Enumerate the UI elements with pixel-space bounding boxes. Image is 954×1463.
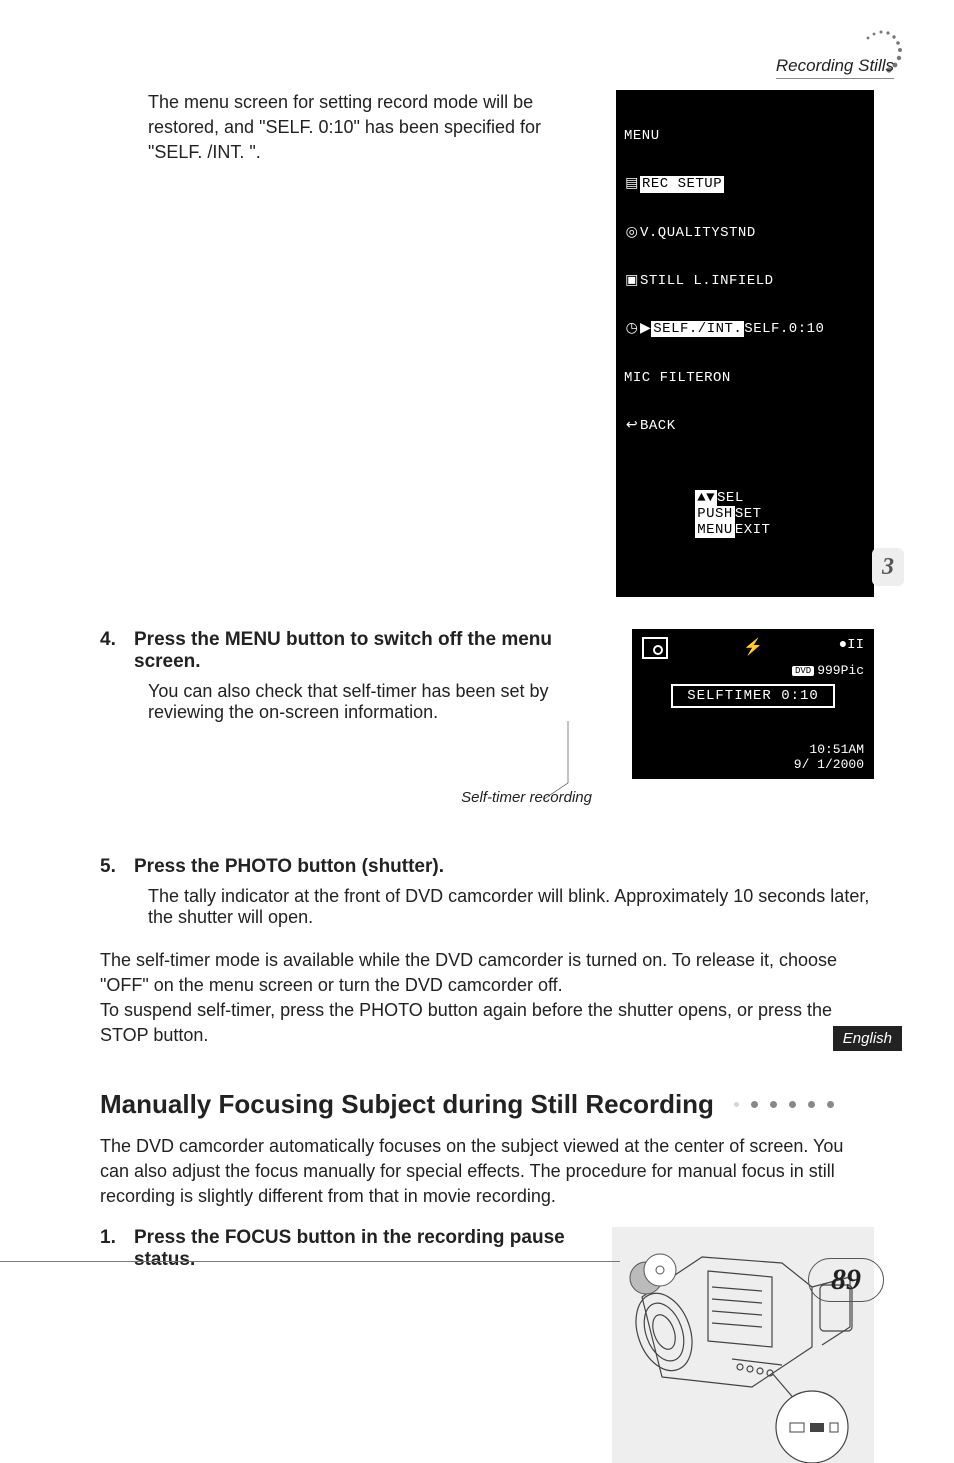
menu-back: BACK — [640, 418, 676, 434]
footer-rule — [0, 1261, 620, 1262]
timer-date: 9/ 1/2000 — [794, 758, 864, 773]
step4-title: Press the MENU button to switch off the … — [134, 629, 606, 673]
section-header: Recording Stills — [776, 56, 894, 79]
menu-item-value: STND — [720, 225, 756, 241]
timer-time: 10:51AM — [794, 743, 864, 758]
photo-mode-icon — [642, 637, 668, 659]
camera-timer-screenshot: ⚡ ●II DVD999Pic SELFTIMER 0:10 10:51AM 9… — [632, 629, 874, 779]
flash-icon: ⚡ — [743, 637, 763, 657]
step5-number: 5. — [100, 856, 128, 878]
step-focus-heading: 1. Press the FOCUS button in the recordi… — [100, 1227, 586, 1271]
section-title: Recording Stills — [776, 56, 894, 75]
release-paragraph: The self-timer mode is available while t… — [100, 948, 874, 1049]
footer-push: PUSH — [695, 506, 735, 522]
menu-item-value: ON — [713, 370, 731, 386]
updown-icon: ▲▼ — [695, 490, 717, 506]
footer-sel: SEL — [717, 490, 744, 506]
cursor-icon: ▶ — [640, 321, 651, 337]
dvd-badge-icon: DVD — [792, 666, 814, 676]
chapter-badge: 3 — [872, 548, 904, 586]
back-arrow-icon: ↩ — [624, 418, 640, 434]
footer-menu: MENU — [695, 522, 735, 538]
timer-icon: ◷ — [624, 321, 640, 337]
menu-item-label: SELF./INT. — [651, 321, 744, 337]
menu-item-label: V.QUALITY — [640, 225, 720, 241]
section-heading-manual-focus: Manually Focusing Subject during Still R… — [100, 1089, 874, 1120]
focus-button-magnifier-icon — [776, 1391, 848, 1463]
step5-title: Press the PHOTO button (shutter). — [134, 856, 444, 878]
disc-decoration-icon — [628, 1250, 684, 1296]
menu-item-label: STILL L.IN — [640, 273, 729, 289]
footer-exit: EXIT — [735, 522, 771, 538]
intro-paragraph: The menu screen for setting record mode … — [100, 90, 590, 597]
page-number: 89 — [808, 1258, 884, 1302]
pic-count: 999Pic — [817, 663, 864, 678]
step-focus-number: 1. — [100, 1227, 128, 1271]
language-badge: English — [833, 1026, 902, 1051]
dvd-icon: ◎ — [624, 225, 640, 241]
menu-item-value: SELF.0:10 — [744, 321, 824, 337]
menu-item-value: FIELD — [729, 273, 774, 289]
rec-pause-icon: ●II — [839, 637, 864, 653]
menu-group: REC SETUP — [640, 176, 724, 192]
step4-number: 4. — [100, 629, 128, 673]
decorative-dots — [734, 1101, 834, 1108]
footer-set: SET — [735, 506, 762, 522]
etc-icon: ▣ — [624, 273, 640, 289]
step-focus-title: Press the FOCUS button in the recording … — [134, 1227, 586, 1271]
h2-text: Manually Focusing Subject during Still R… — [100, 1089, 714, 1120]
camera-menu-screenshot: MENU ▤REC SETUP ◎ V.QUALITY STND ▣ STILL… — [616, 90, 874, 597]
self-timer-box: SELFTIMER 0:10 — [671, 684, 835, 708]
manual-focus-intro: The DVD camcorder automatically focuses … — [100, 1134, 874, 1210]
step5-heading: 5. Press the PHOTO button (shutter). — [100, 856, 874, 878]
step5-body: The tally indicator at the front of DVD … — [100, 886, 874, 928]
step4-heading: 4. Press the MENU button to switch off t… — [100, 629, 606, 673]
menu-item-label: MIC FILTER — [624, 370, 713, 386]
camera-icon: ▤ — [624, 176, 640, 192]
self-timer-caption: Self-timer recording — [461, 789, 592, 806]
menu-title: MENU — [624, 128, 866, 144]
